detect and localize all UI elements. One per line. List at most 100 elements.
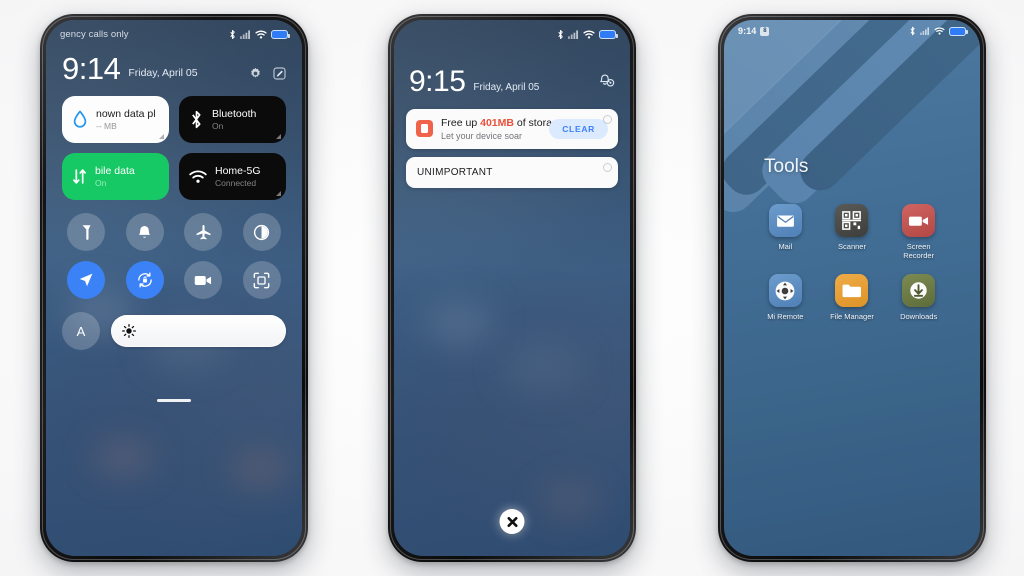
clock-time: 9:15 — [409, 65, 466, 98]
phone1-header-actions — [249, 67, 286, 83]
notification-badge: 8 — [760, 26, 770, 36]
wifi-tile-title: Home-5G — [215, 165, 261, 178]
bluetooth-tile-subtitle: On — [212, 121, 224, 132]
bell-settings-icon — [598, 72, 615, 89]
airplane-mode-toggle[interactable] — [184, 213, 223, 252]
app-file-manager[interactable]: File Manager — [819, 274, 886, 321]
phone-control-center: gency calls only 9:14 Friday, April 05 n… — [40, 14, 308, 562]
app-mail-label: Mail — [778, 242, 793, 251]
tile-expand-corner-icon[interactable] — [159, 134, 164, 140]
phone1-carrier-group: gency calls only — [60, 29, 129, 40]
bluetooth-icon — [557, 29, 564, 40]
data-usage-tile-subtitle: -- MB — [96, 121, 117, 132]
status-clock: 9:14 — [738, 26, 757, 36]
folder-title: Tools — [764, 156, 809, 177]
phone1-control-body: nown data pl -- MB Bluetooth On bile dat… — [46, 83, 302, 351]
auto-brightness-button[interactable]: A — [62, 312, 100, 351]
unimportant-section-header[interactable]: UNIMPORTANT — [406, 156, 618, 188]
bluetooth-tile-text: Bluetooth On — [212, 108, 256, 131]
storage-cleanup-notification[interactable]: Free up 401MB of storage Let your device… — [406, 108, 618, 149]
flashlight-toggle[interactable] — [67, 213, 106, 252]
video-camera-icon — [908, 214, 929, 228]
location-arrow-icon — [78, 272, 94, 288]
dark-mode-toggle[interactable] — [242, 213, 281, 252]
phone1-status-icons — [229, 29, 290, 40]
brightness-slider[interactable] — [111, 315, 286, 348]
notification-title: Free up 401MB of storage — [441, 116, 564, 129]
carrier-label: gency calls only — [60, 29, 129, 40]
app-downloads[interactable]: Downloads — [885, 274, 952, 321]
settings-gear-icon[interactable] — [249, 67, 262, 80]
notification-subtitle: Let your device soar — [441, 130, 523, 141]
tile-expand-corner-icon[interactable] — [276, 191, 281, 197]
rotation-lock-toggle[interactable] — [125, 261, 164, 300]
location-toggle[interactable] — [67, 261, 106, 300]
app-scanner-label: Scanner — [838, 242, 866, 251]
notification-list: Free up 401MB of storage Let your device… — [394, 97, 630, 188]
phone-notification-shade: 9:15 Friday, April 05 Free up 401MB of s… — [388, 14, 636, 562]
mobile-data-tile-text: bile data On — [95, 165, 135, 188]
edit-icon[interactable] — [273, 67, 286, 80]
clock-date: Friday, April 05 — [473, 81, 540, 93]
flashlight-icon — [79, 224, 94, 241]
wifi-tile-subtitle: Connected — [215, 178, 257, 189]
rotation-lock-icon — [136, 271, 154, 289]
phone3-status-bar: 9:14 8 — [724, 20, 980, 36]
bluetooth-icon — [909, 26, 916, 36]
data-usage-tile[interactable]: nown data pl -- MB — [62, 96, 169, 144]
app-screen-recorder-icon-tile — [902, 204, 936, 237]
wifi-tile[interactable]: Home-5G Connected — [179, 153, 286, 201]
contrast-icon — [253, 224, 270, 241]
tile-expand-corner-icon[interactable] — [276, 134, 281, 140]
quick-toggles-grid — [62, 213, 286, 300]
app-mail-icon-tile — [768, 204, 802, 237]
clear-all-button[interactable] — [499, 509, 525, 534]
phone3-status-icons — [909, 26, 968, 36]
phone2-clock-header: 9:15 Friday, April 05 — [394, 40, 630, 97]
wifi-icon — [934, 27, 945, 35]
scan-frame-icon — [253, 272, 270, 289]
app-file-manager-icon-tile — [835, 274, 869, 308]
bluetooth-tile[interactable]: Bluetooth On — [179, 96, 286, 144]
folder-app-grid: Mail Scanner Screen Recorder Mi Remote F… — [724, 178, 980, 321]
app-scanner[interactable]: Scanner — [819, 204, 886, 260]
app-downloads-icon-tile — [902, 274, 936, 308]
bell-icon — [137, 224, 152, 241]
shade-drag-handle[interactable] — [157, 399, 191, 402]
video-camera-icon — [194, 274, 212, 287]
cleaner-glyph — [421, 124, 428, 133]
quick-tiles-grid: nown data pl -- MB Bluetooth On bile dat… — [62, 96, 286, 201]
folder-icon — [841, 282, 862, 299]
battery-icon — [949, 26, 968, 36]
mobile-data-tile-subtitle: On — [95, 178, 107, 189]
phone1-clock-header: 9:14 Friday, April 05 — [46, 40, 302, 84]
screen-recorder-toggle[interactable] — [184, 261, 223, 300]
wifi-icon — [583, 30, 595, 39]
phone1-status-bar: gency calls only — [46, 20, 302, 40]
sun-icon — [122, 324, 136, 339]
scanner-toggle[interactable] — [242, 261, 281, 300]
phone2-screen: 9:15 Friday, April 05 Free up 401MB of s… — [394, 20, 630, 556]
close-x-icon — [506, 516, 518, 528]
phone2-status-icons — [557, 29, 618, 40]
notification-settings-button[interactable] — [598, 72, 615, 97]
cleaner-app-icon — [416, 120, 433, 137]
notification-title-pre: Free up — [441, 116, 481, 129]
app-screen-recorder[interactable]: Screen Recorder — [885, 204, 952, 260]
mobile-data-tile[interactable]: bile data On — [62, 153, 169, 201]
clock-date: Friday, April 05 — [128, 67, 198, 80]
app-scanner-icon-tile — [835, 204, 869, 237]
app-mail[interactable]: Mail — [752, 204, 819, 260]
battery-icon — [599, 30, 618, 39]
screenshot-stage: gency calls only 9:14 Friday, April 05 n… — [0, 0, 1024, 576]
chevron-down-icon[interactable] — [603, 114, 612, 124]
phone1-screen: gency calls only 9:14 Friday, April 05 n… — [46, 20, 302, 556]
phone3-clock-group: 9:14 8 — [738, 26, 770, 36]
cellular-signal-icon — [920, 27, 930, 35]
bluetooth-icon — [229, 29, 236, 40]
notification-clear-button[interactable]: CLEAR — [549, 118, 608, 139]
sound-toggle[interactable] — [125, 213, 164, 252]
app-mi-remote[interactable]: Mi Remote — [752, 274, 819, 321]
chevron-down-icon[interactable] — [603, 162, 612, 172]
brightness-row: A — [62, 312, 286, 351]
